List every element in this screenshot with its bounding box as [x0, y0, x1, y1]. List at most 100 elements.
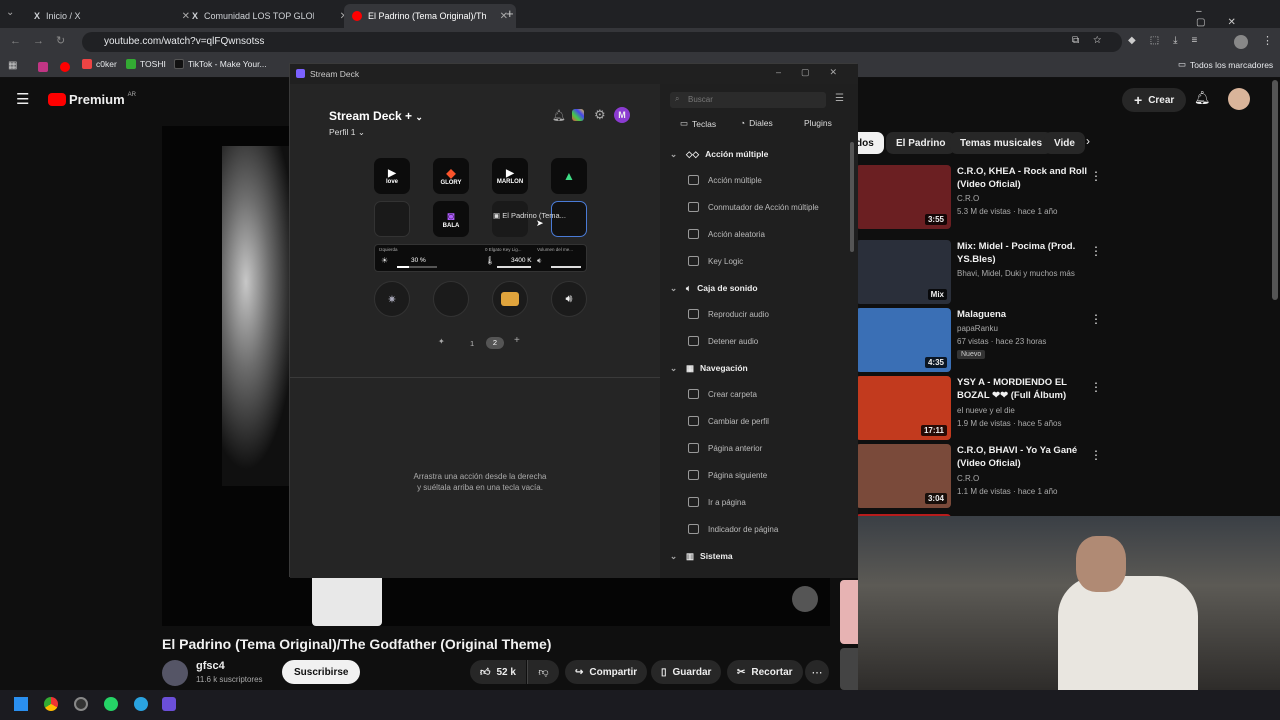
clip-button[interactable]: ✂ Recortar	[727, 660, 803, 684]
new-tab-button[interactable]: +	[506, 6, 514, 21]
save-button[interactable]: ▯ Guardar	[651, 660, 722, 684]
action-item[interactable]: Acción aleatoria	[660, 221, 846, 248]
more-options-icon[interactable]: ⋮	[1090, 169, 1102, 183]
share-button[interactable]: ↪ Compartir	[565, 660, 648, 684]
account-avatar[interactable]: M	[614, 107, 630, 123]
stream-deck-taskbar-icon[interactable]	[162, 697, 176, 711]
video-thumbnail[interactable]: 3:55	[856, 165, 951, 229]
settings-gear-icon[interactable]: ⚙	[594, 107, 606, 123]
panel-scrollbar[interactable]	[850, 142, 854, 252]
dial-volume[interactable]: 🔊︎	[551, 281, 587, 317]
notification-icon[interactable]: 🔔︎	[552, 109, 566, 122]
user-avatar[interactable]	[1228, 88, 1250, 110]
tab-teclas[interactable]: ▭ Teclas	[680, 118, 716, 129]
page-1[interactable]: 1	[470, 339, 474, 348]
more-actions-button[interactable]: ⋯	[805, 660, 829, 684]
profile-selector[interactable]: Perfil 1 ⌄	[329, 127, 365, 138]
more-options-icon[interactable]: ⋮	[1090, 312, 1102, 326]
chip-el-padrino[interactable]: El Padrino	[886, 132, 956, 154]
recommendation-item[interactable]: 3:55 C.R.O, KHEA - Rock and Roll (Video …	[856, 165, 1102, 229]
page-2[interactable]: 2	[486, 337, 504, 349]
key-glory[interactable]: ◆ GLORY	[433, 158, 469, 194]
recommendation-item[interactable]: 4:35 Malaguena papaRanku 67 vistas · hac…	[856, 308, 1102, 372]
chip-videos[interactable]: Vide	[1044, 132, 1085, 154]
action-item[interactable]: Detener audio	[660, 328, 846, 355]
nav-buttons[interactable]: ←→↻	[10, 34, 77, 47]
chrome-icon[interactable]	[44, 697, 58, 711]
action-item[interactable]: Cambiar de perfil	[660, 408, 846, 435]
section-sistema[interactable]: ⌄ ▥ Sistema	[660, 543, 846, 569]
notifications-bell-icon[interactable]: 🔔︎	[1194, 90, 1211, 106]
touch-strip[interactable]: Izquierda ☀ 30 % 0 Elgato Key Lig... 🌡︎ …	[374, 244, 587, 272]
dial-temperature[interactable]	[492, 281, 528, 317]
recommendation-item[interactable]: 3:04 C.R.O, BHAVI - Yo Ya Gané (Video Of…	[856, 444, 1102, 508]
window-controls[interactable]: –▢✕	[1196, 6, 1280, 28]
youtube-logo[interactable]: Premium AR	[48, 92, 136, 107]
menu-icon[interactable]: ⋮	[1262, 34, 1273, 47]
dial-brightness[interactable]: ✷	[374, 281, 410, 317]
subscribe-button[interactable]: Suscribirse	[282, 660, 361, 684]
key-love[interactable]: ▶ love	[374, 158, 410, 194]
extension-icons[interactable]: ◆⬚⤓≡	[1128, 35, 1211, 46]
tab-comunidad[interactable]: XComunidad LOS TOP GLOBALES✕	[184, 4, 356, 28]
video-thumbnail[interactable]: 4:35	[856, 308, 951, 372]
video-thumbnail[interactable]: 3:04	[856, 444, 951, 508]
key-android[interactable]: ▲	[551, 158, 587, 194]
recommendation-item[interactable]: Mix Mix: Midel - Pocima (Prod. YS.Bles) …	[856, 240, 1102, 304]
search-input[interactable]: ⌕ Buscar	[670, 92, 826, 108]
profile-avatar[interactable]	[1234, 35, 1248, 49]
bookmark-c0ker[interactable]: c0ker	[82, 59, 117, 69]
apps-grid-icon[interactable]: ▦	[8, 60, 17, 71]
dial-empty[interactable]	[433, 281, 469, 317]
action-item[interactable]: Reproducir audio	[660, 301, 846, 328]
action-item[interactable]: Crear carpeta	[660, 381, 846, 408]
action-item[interactable]: Indicador de página	[660, 516, 846, 543]
toolbar-icons[interactable]: ⧉☆	[1072, 35, 1115, 46]
action-item[interactable]: Página siguiente	[660, 462, 846, 489]
list-view-icon[interactable]: ☰	[835, 93, 844, 104]
all-bookmarks[interactable]: ▭ Todos los marcadores	[1178, 59, 1273, 70]
tab-plugins[interactable]: Plugins	[804, 118, 832, 128]
device-selector[interactable]: Stream Deck + ⌄	[329, 109, 423, 123]
section-accion-multiple[interactable]: ⌄ ◇◇ Acción múltiple	[660, 141, 846, 167]
channel-avatar[interactable]	[162, 660, 188, 686]
marketplace-icon[interactable]	[572, 109, 584, 121]
action-item[interactable]: Key Logic	[660, 248, 846, 275]
whatsapp-icon[interactable]	[104, 697, 118, 711]
key-empty[interactable]	[374, 201, 410, 237]
chevron-right-icon[interactable]: ›	[1086, 134, 1090, 148]
action-item[interactable]: Acción múltiple	[660, 167, 846, 194]
chip-temas-musicales[interactable]: Temas musicales	[950, 132, 1053, 154]
key-bala[interactable]: ◙ BALA	[433, 201, 469, 237]
hamburger-menu-icon[interactable]: ☰	[16, 90, 29, 108]
section-caja-de-sonido[interactable]: ⌄ 🔈︎ Caja de sonido	[660, 275, 846, 301]
action-item[interactable]: Página anterior	[660, 435, 846, 462]
pin-icon[interactable]: ✦	[438, 337, 445, 346]
like-button[interactable]: 👍︎ 52 k	[470, 660, 526, 684]
youtube-icon[interactable]	[60, 62, 70, 72]
channel-name[interactable]: gfsc4	[196, 660, 225, 672]
page-scrollbar[interactable]	[1272, 80, 1278, 300]
key-marlon[interactable]: ▶ MARLON	[492, 158, 528, 194]
bookmark-tiktok[interactable]: TikTok - Make Your...	[174, 59, 267, 69]
tab-inicio-x[interactable]: X Inicio / X ✕	[26, 4, 198, 28]
action-item[interactable]: Conmutador de Acción múltiple	[660, 194, 846, 221]
more-options-icon[interactable]: ⋮	[1090, 380, 1102, 394]
obs-icon[interactable]	[74, 697, 88, 711]
tab-diales[interactable]: ◔ Diales	[740, 118, 773, 128]
bookmark-toshi[interactable]: TOSHI	[126, 59, 166, 69]
add-page-button[interactable]: +	[514, 335, 520, 346]
url-input[interactable]: youtube.com/watch?v=qlFQwnsotss	[82, 32, 1122, 52]
video-thumbnail[interactable]: 17:11	[856, 376, 951, 440]
telegram-icon[interactable]	[134, 697, 148, 711]
create-button[interactable]: + Crear	[1122, 88, 1187, 112]
channel-watermark[interactable]	[792, 586, 818, 612]
section-navegacion[interactable]: ⌄ ▦ Navegación	[660, 355, 846, 381]
tab-el-padrino[interactable]: El Padrino (Tema Original)/The ✕	[344, 4, 516, 28]
video-thumbnail[interactable]: Mix	[856, 240, 951, 304]
window-controls[interactable]: –▢✕	[776, 67, 857, 78]
tab-search-icon[interactable]: ⌄	[6, 7, 14, 18]
windows-start-icon[interactable]	[14, 697, 28, 711]
action-item[interactable]: Ir a página	[660, 489, 846, 516]
dislike-button[interactable]: 👎︎	[527, 660, 559, 684]
